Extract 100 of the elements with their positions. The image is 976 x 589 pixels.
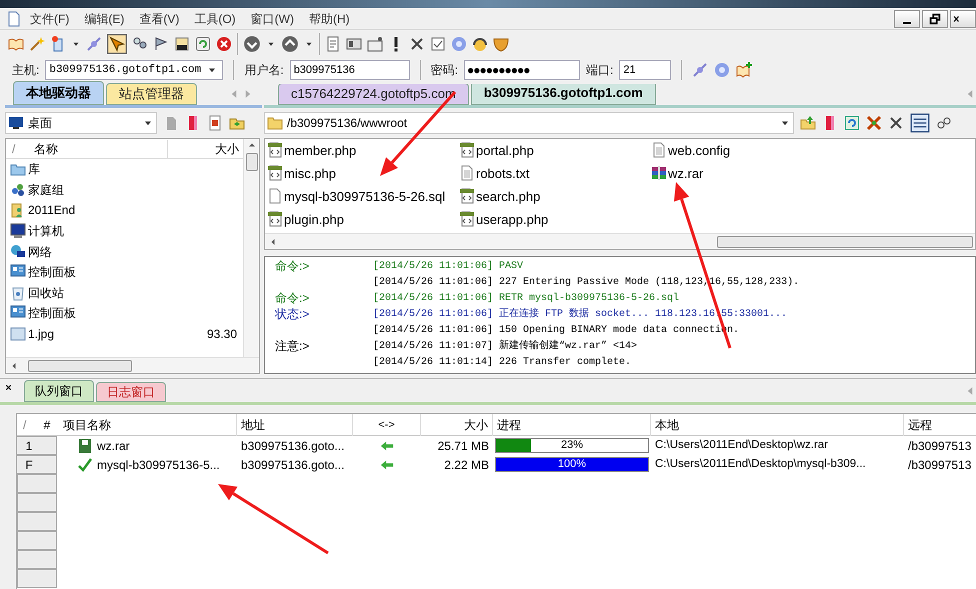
menu-item[interactable]: 工具(O) <box>187 10 243 28</box>
file-name[interactable]: userapp.php <box>476 212 548 226</box>
menu-item[interactable]: 窗口(W) <box>244 10 301 28</box>
checkbox-icon[interactable] <box>430 36 446 52</box>
upload-icon[interactable] <box>281 35 299 53</box>
file-name[interactable]: member.php <box>284 142 356 158</box>
notes-icon[interactable] <box>325 36 341 52</box>
column-header[interactable]: 大小 <box>168 140 243 158</box>
document-icon[interactable] <box>6 10 22 26</box>
table-cell-text: 25.71 MB <box>436 438 490 454</box>
tab[interactable]: 队列窗口 <box>24 380 94 402</box>
menu-item[interactable]: 帮助(H) <box>302 10 357 28</box>
file-name[interactable]: 控制面板 <box>28 265 243 280</box>
close-icon[interactable] <box>4 383 13 392</box>
vertical-scrollbar[interactable] <box>243 139 259 357</box>
link-icon[interactable] <box>936 115 952 131</box>
tools-icon[interactable] <box>866 115 882 131</box>
file-name[interactable]: misc.php <box>284 166 336 180</box>
file-name[interactable]: 回收站 <box>28 286 243 300</box>
tab[interactable]: 日志窗口 <box>96 382 166 402</box>
file-name[interactable]: 2011End <box>28 203 243 218</box>
column-header[interactable]: 名称 <box>28 140 168 158</box>
menu-item[interactable]: 编辑(E) <box>77 10 132 28</box>
table-cell-text: b309975136.goto... <box>240 456 346 474</box>
menu-item[interactable]: 文件(F) <box>23 10 76 28</box>
username-field[interactable]: b309975136 <box>290 60 410 80</box>
file-name[interactable]: web.config <box>668 142 730 158</box>
table-cell-text: /b30997513 <box>907 438 972 454</box>
minimize-button[interactable] <box>894 10 920 28</box>
file-name[interactable]: plugin.php <box>284 212 344 226</box>
column-header[interactable]: 地址 <box>237 414 353 436</box>
file-name[interactable]: portal.php <box>476 142 534 158</box>
flag-icon[interactable] <box>153 36 169 52</box>
log-label: 注意:> <box>275 339 310 353</box>
minimize-icon <box>903 22 911 24</box>
horizontal-scrollbar[interactable] <box>6 357 259 373</box>
field-label: 密码: <box>430 62 458 79</box>
headset-icon[interactable] <box>472 36 488 52</box>
file-name[interactable]: search.php <box>476 188 540 204</box>
delete-icon[interactable] <box>409 36 425 52</box>
text-file-icon <box>651 142 667 158</box>
column-header[interactable]: <-> <box>353 414 421 436</box>
restore-icon <box>928 12 942 26</box>
log-label: 命令:> <box>275 291 310 305</box>
log-label: 状态:> <box>275 307 310 321</box>
restore-button[interactable] <box>922 10 948 28</box>
menu-item[interactable]: 查看(V) <box>132 10 186 28</box>
list-view-icon[interactable] <box>910 113 930 133</box>
book-icon[interactable] <box>8 36 24 52</box>
refresh-icon[interactable] <box>844 115 860 131</box>
code-file-icon <box>459 142 475 158</box>
close-button[interactable] <box>950 10 976 28</box>
add-bookmark-icon[interactable] <box>736 62 752 78</box>
file-name[interactable]: 1.jpg <box>28 327 205 342</box>
tab[interactable]: 本地驱动器 <box>13 81 104 105</box>
file-name[interactable]: robots.txt <box>476 166 530 180</box>
plug-icon[interactable] <box>86 36 102 52</box>
plug-icon[interactable] <box>692 62 708 78</box>
location-dropdown[interactable]: 桌面 <box>5 112 157 134</box>
tab[interactable]: b309975136.gotoftp1.com <box>470 84 656 105</box>
column-header[interactable]: # <box>35 414 59 436</box>
password-field[interactable]: ●●●●●●●●●● <box>464 60 580 80</box>
stop-icon[interactable] <box>216 36 232 52</box>
file-name[interactable]: 计算机 <box>28 224 243 238</box>
scroll-thumb[interactable] <box>246 153 258 171</box>
file-name[interactable]: wz.rar <box>668 166 704 180</box>
shield-icon[interactable] <box>493 36 509 52</box>
picture-icon[interactable] <box>207 115 223 131</box>
column-header[interactable]: 大小 <box>421 414 493 436</box>
pointer-icon[interactable] <box>107 34 127 54</box>
row-number-button[interactable]: F <box>17 455 57 474</box>
monitor-icon <box>8 115 24 131</box>
table-cell-text: b309975136.goto... <box>240 438 346 454</box>
scroll-thumb[interactable] <box>28 360 132 372</box>
refresh-icon[interactable] <box>195 36 211 52</box>
file-name[interactable]: 网络 <box>28 244 243 259</box>
file-name[interactable]: 家庭组 <box>28 182 243 197</box>
scroll-thumb[interactable] <box>717 236 973 248</box>
delete-icon[interactable] <box>888 115 904 131</box>
column-header[interactable]: 远程 <box>904 414 976 436</box>
archive-icon <box>651 165 667 181</box>
column-header[interactable]: / <box>6 140 28 158</box>
port-field[interactable]: 21 <box>619 60 672 80</box>
file-name[interactable]: 库 <box>28 162 243 176</box>
up-folder-icon[interactable] <box>800 115 816 131</box>
tab[interactable]: 站点管理器 <box>106 83 197 105</box>
path-dropdown[interactable]: /b309975136/wwwroot <box>264 112 794 134</box>
column-header[interactable]: / <box>17 414 35 436</box>
host-field[interactable]: b309975136.gotoftp1.com <box>45 60 224 80</box>
horizontal-scrollbar[interactable] <box>265 233 975 249</box>
file-name[interactable]: 控制面板 <box>28 306 243 320</box>
column-header[interactable]: 进程 <box>493 414 651 436</box>
column-header[interactable]: 项目名称 <box>59 414 237 436</box>
folder-icon <box>267 115 283 131</box>
column-header[interactable]: 本地 <box>651 414 904 436</box>
file-name[interactable]: mysql-b309975136-5-26.sql <box>284 188 446 204</box>
wand-icon[interactable] <box>29 36 45 52</box>
download-icon[interactable] <box>243 35 261 53</box>
row-number-button[interactable]: 1 <box>17 436 57 455</box>
code-file-icon <box>267 211 283 227</box>
